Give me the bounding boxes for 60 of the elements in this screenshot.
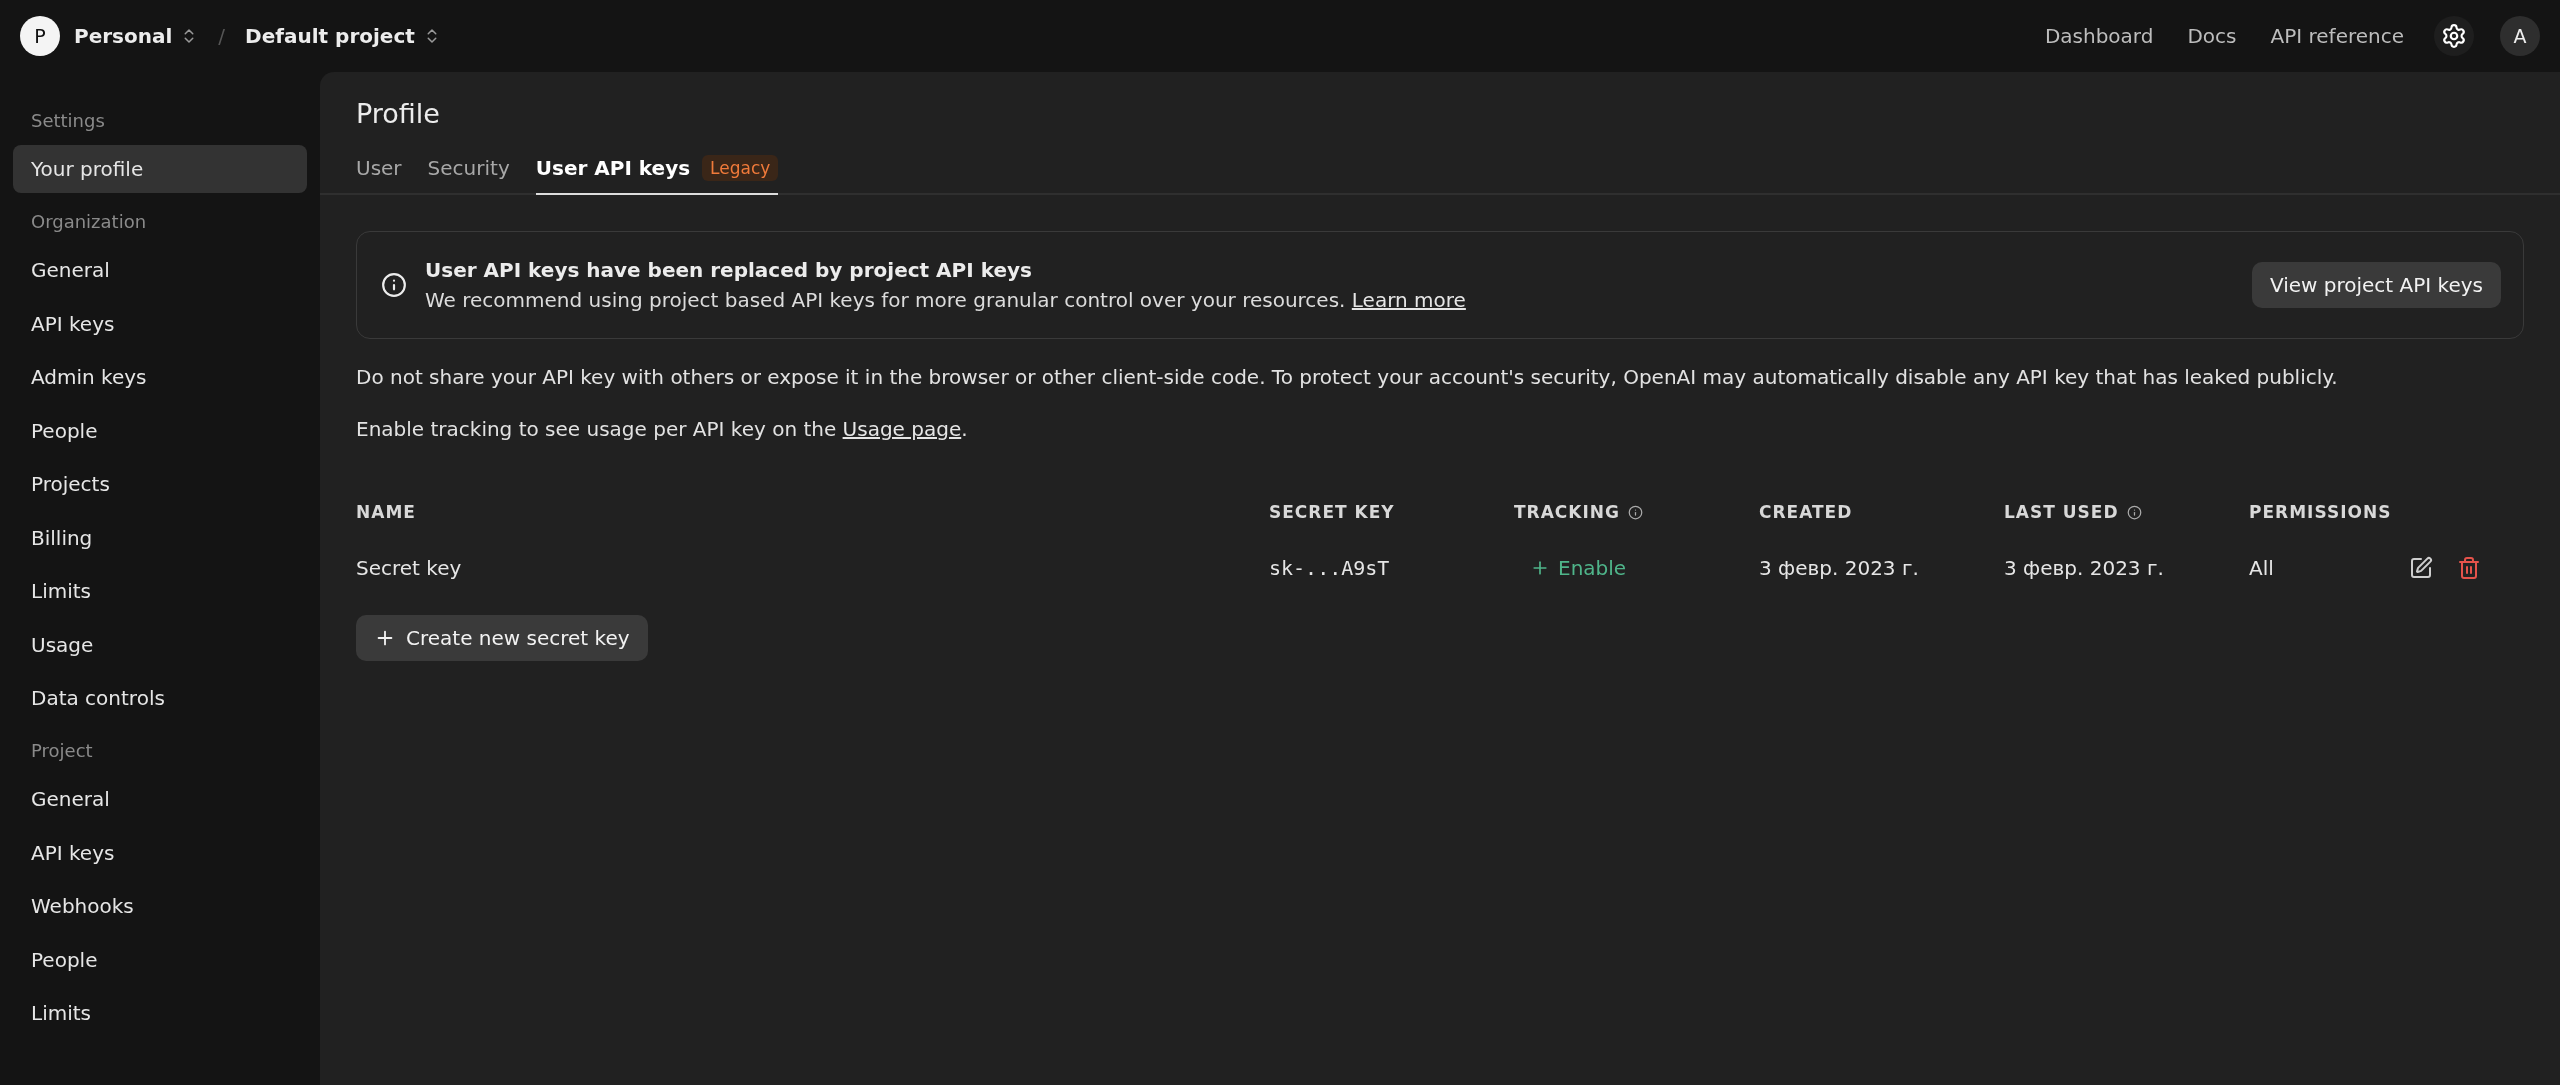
column-header: LAST USED	[2004, 502, 2119, 522]
notice-title: User API keys have been replaced by project API keys	[425, 258, 1033, 282]
project-switcher[interactable]: Default project	[245, 24, 441, 48]
sidebar-heading: Organization	[30, 211, 148, 232]
column-header: CREATED	[1759, 502, 1853, 522]
legacy-badge: Legacy	[702, 155, 779, 181]
sidebar-item[interactable]: Admin keys	[13, 353, 307, 401]
user-avatar[interactable]: A	[2500, 16, 2540, 56]
view-project-keys-button[interactable]: View project API keys	[2251, 262, 2501, 308]
info-icon	[381, 272, 407, 298]
sidebar-item[interactable]: Limits	[13, 989, 307, 1037]
column-header: NAME	[356, 502, 416, 522]
tab[interactable]: User	[356, 145, 402, 195]
delete-icon[interactable]	[2457, 556, 2481, 580]
enable-tracking-button[interactable]: Enable	[1514, 556, 1627, 580]
sidebar-item[interactable]: API keys	[13, 828, 307, 877]
create-key-button[interactable]: Create new secret key	[356, 615, 648, 661]
column-header: TRACKING	[1514, 502, 1620, 522]
table-cell-text: sk-...A9sT	[1269, 555, 1391, 582]
info-icon	[1628, 504, 1643, 520]
breadcrumb-separator: /	[218, 24, 226, 48]
org-switcher[interactable]: Personal	[74, 24, 199, 48]
sidebar-heading: Settings	[30, 110, 106, 131]
sidebar-item[interactable]: API keys	[13, 299, 307, 348]
sidebar-item[interactable]: General	[13, 246, 307, 294]
org-avatar[interactable]: P	[20, 16, 60, 56]
table-cell-text: Secret key	[356, 555, 463, 582]
tab-label: User API keys	[535, 156, 691, 180]
sidebar-item[interactable]: Data controls	[13, 674, 307, 722]
table-cell-text: 3 февр. 2023 г.	[2004, 555, 2165, 582]
sidebar-item[interactable]: Webhooks	[13, 882, 307, 930]
learn-more-link[interactable]: Learn more	[1351, 288, 1466, 312]
tab-label: User	[356, 156, 402, 180]
sidebar-item[interactable]: Billing	[13, 513, 307, 562]
settings-icon[interactable]	[2434, 16, 2474, 56]
column-header: PERMISSIONS	[2249, 502, 2392, 522]
warning-text: Do not share your API key with others or expose it in the browser or other client-side code. To protect your account's security, OpenAI may automatically disable any API key that has leaked publicly.	[356, 365, 2339, 389]
info-icon	[2126, 504, 2142, 520]
sidebar-item[interactable]: Projects	[13, 460, 307, 508]
tab-label: Security	[427, 156, 510, 180]
nav-link[interactable]: Docs	[2187, 24, 2237, 48]
table-cell-text: All	[2249, 555, 2275, 582]
usage-page-link[interactable]: Usage page	[842, 417, 962, 441]
column-header: SECRET KEY	[1269, 502, 1395, 522]
sidebar-item[interactable]: Limits	[13, 567, 307, 615]
tracking-note: Enable tracking to see usage per API key on the Usage page.	[356, 417, 969, 441]
notice-text: We recommend using project based API keys for more granular control over your resources. Learn more	[425, 288, 1467, 312]
sidebar-item[interactable]: General	[13, 775, 307, 823]
tab[interactable]: Security	[427, 145, 510, 195]
table-cell-text: 3 февр. 2023 г.	[1759, 555, 1920, 582]
sidebar-item[interactable]: People	[13, 935, 307, 984]
nav-link[interactable]: API reference	[2270, 24, 2404, 48]
sidebar-item[interactable]: Your profile	[13, 145, 307, 193]
sidebar-item[interactable]: People	[13, 406, 307, 455]
nav-link[interactable]: Dashboard	[2044, 24, 2154, 48]
sidebar-item[interactable]: Usage	[13, 620, 307, 669]
page-title: Profile	[356, 98, 441, 129]
sidebar-heading: Project	[30, 740, 94, 761]
tab[interactable]: User API keys Legacy	[535, 145, 779, 195]
edit-icon[interactable]	[2409, 556, 2433, 580]
